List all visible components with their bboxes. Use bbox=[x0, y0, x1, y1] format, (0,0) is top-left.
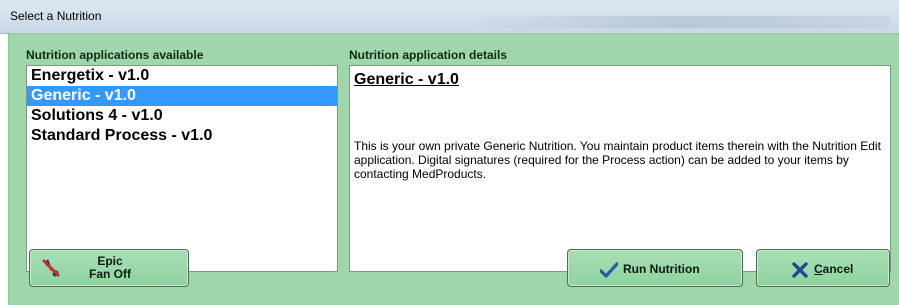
dialog-window: Select a Nutrition Nutrition application… bbox=[0, 0, 899, 305]
run-nutrition-label: Run Nutrition bbox=[623, 262, 700, 276]
fan-button-line2: Fan Off bbox=[89, 267, 131, 281]
fan-button-label: Epic Fan Off bbox=[80, 255, 140, 281]
title-bar[interactable]: Select a Nutrition bbox=[0, 0, 899, 34]
fan-off-button[interactable]: Epic Fan Off bbox=[29, 249, 189, 287]
window-title: Select a Nutrition bbox=[10, 9, 102, 23]
fan-off-icon bbox=[41, 258, 61, 278]
details-description: This is your own private Generic Nutriti… bbox=[354, 139, 881, 181]
cancel-label-rest: ancel bbox=[822, 262, 854, 276]
dialog-client-area: Nutrition applications available Energet… bbox=[8, 34, 899, 305]
applications-list[interactable]: Energetix - v1.0 Generic - v1.0 Solution… bbox=[26, 65, 338, 272]
list-item-generic[interactable]: Generic - v1.0 bbox=[27, 86, 337, 106]
title-bar-background-blur bbox=[470, 16, 890, 28]
details-panel: Generic - v1.0 This is your own private … bbox=[349, 65, 891, 272]
applications-list-label: Nutrition applications available bbox=[26, 48, 204, 62]
details-title: Generic - v1.0 bbox=[354, 71, 459, 88]
list-item-solutions-4[interactable]: Solutions 4 - v1.0 bbox=[27, 106, 337, 126]
list-item-standard-process[interactable]: Standard Process - v1.0 bbox=[27, 126, 337, 146]
list-item-energetix[interactable]: Energetix - v1.0 bbox=[27, 66, 337, 86]
x-icon bbox=[792, 262, 808, 278]
checkmark-icon bbox=[600, 262, 618, 278]
cancel-button[interactable]: Cancel bbox=[756, 249, 890, 287]
details-label: Nutrition application details bbox=[349, 48, 508, 62]
run-nutrition-button[interactable]: Run Nutrition bbox=[567, 249, 743, 287]
cancel-label: Cancel bbox=[814, 262, 853, 276]
cancel-mnemonic: C bbox=[814, 262, 823, 276]
